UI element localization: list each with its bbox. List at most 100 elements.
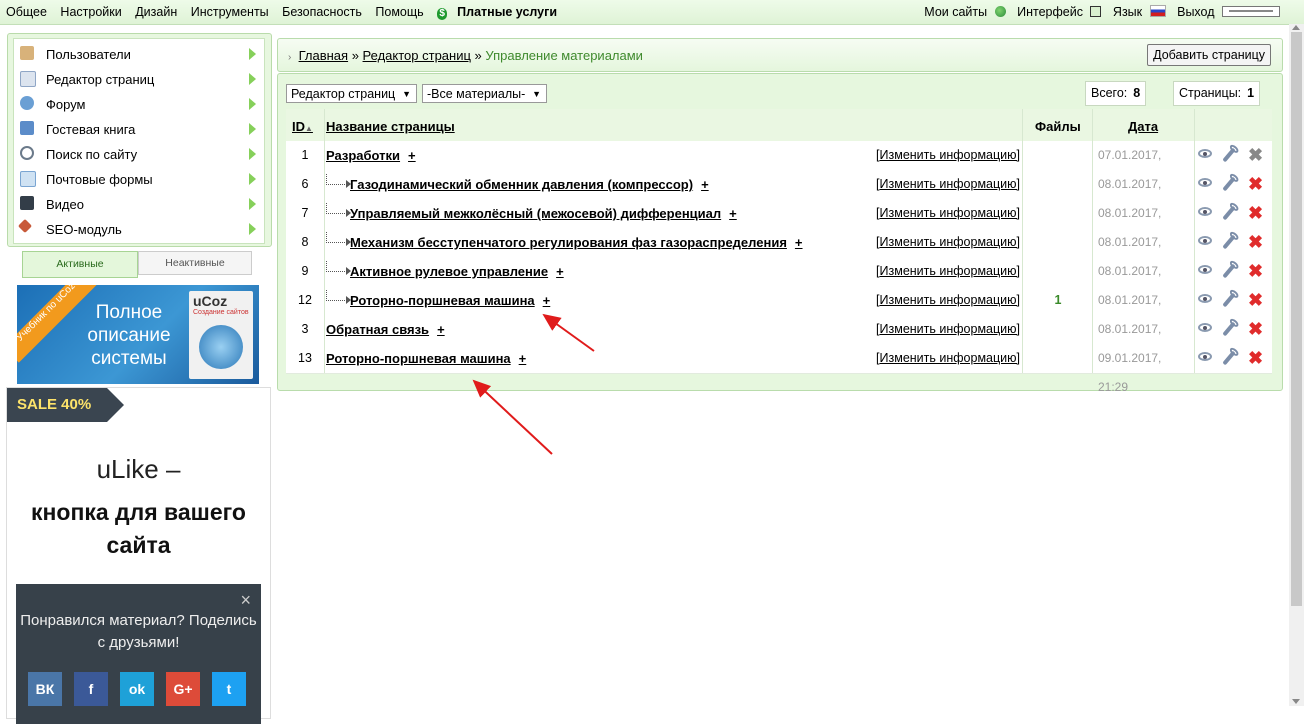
wrench-icon[interactable]: [1222, 147, 1236, 163]
page-title-link[interactable]: Разработки: [326, 148, 400, 163]
delete-icon[interactable]: ✖: [1248, 175, 1266, 193]
add-subpage-button[interactable]: +: [556, 264, 564, 279]
edit-info-link[interactable]: [Изменить информацию]: [870, 141, 1020, 170]
nav-logout[interactable]: Выход: [1177, 5, 1214, 19]
nav-security[interactable]: Безопасность: [282, 5, 362, 19]
expand-arrow-icon[interactable]: [249, 223, 256, 235]
edit-info-link[interactable]: [Изменить информацию]: [870, 199, 1020, 228]
delete-icon[interactable]: ✖: [1248, 146, 1266, 164]
sidebar-item-guestbook[interactable]: Гостевая книга: [14, 116, 264, 141]
add-subpage-button[interactable]: +: [519, 351, 527, 366]
vk-icon[interactable]: ВК: [28, 672, 62, 706]
page-title-link[interactable]: Управляемый межколёсный (межосевой) дифф…: [350, 206, 721, 221]
wrench-icon[interactable]: [1222, 350, 1236, 366]
expand-arrow-icon[interactable]: [249, 73, 256, 85]
twitter-icon[interactable]: t: [212, 672, 246, 706]
view-icon[interactable]: [1198, 236, 1212, 245]
add-subpage-button[interactable]: +: [795, 235, 803, 250]
nav-interface[interactable]: Интерфейс: [1017, 5, 1083, 19]
nav-help[interactable]: Помощь: [375, 5, 423, 19]
edit-info-link[interactable]: [Изменить информацию]: [870, 257, 1020, 286]
facebook-icon[interactable]: f: [74, 672, 108, 706]
scrollbar-thumb[interactable]: [1291, 32, 1302, 606]
wrench-icon[interactable]: [1222, 176, 1236, 192]
odnoklassniki-icon[interactable]: ok: [120, 672, 154, 706]
sidebar-item-page-editor[interactable]: Редактор страниц: [14, 66, 264, 91]
expand-arrow-icon[interactable]: [249, 48, 256, 60]
sidebar-item-seo[interactable]: SEO-модуль: [14, 216, 264, 241]
page-title-link[interactable]: Обратная связь: [326, 322, 429, 337]
wrench-icon[interactable]: [1222, 321, 1236, 337]
edit-info-link[interactable]: [Изменить информацию]: [870, 286, 1020, 315]
page-title-link[interactable]: Механизм бесступенчатого регулирования ф…: [350, 235, 787, 250]
view-icon[interactable]: [1198, 207, 1212, 216]
delete-icon[interactable]: ✖: [1248, 204, 1266, 222]
view-icon[interactable]: [1198, 352, 1212, 361]
interface-square-icon[interactable]: [1090, 6, 1102, 17]
russian-flag-icon[interactable]: [1149, 5, 1166, 17]
view-icon[interactable]: [1198, 265, 1212, 274]
globe-icon[interactable]: [994, 6, 1006, 17]
nav-language[interactable]: Язык: [1113, 5, 1142, 19]
delete-icon[interactable]: ✖: [1248, 291, 1266, 309]
delete-icon[interactable]: ✖: [1248, 320, 1266, 338]
add-subpage-button[interactable]: +: [437, 322, 445, 337]
header-date[interactable]: Дата: [1128, 119, 1158, 134]
sidebar-item-mail-forms[interactable]: Почтовые формы: [14, 166, 264, 191]
tab-active-modules[interactable]: Активные: [22, 251, 138, 278]
header-name[interactable]: Название страницы: [326, 119, 455, 134]
width-slider[interactable]: [1222, 6, 1280, 17]
wrench-icon[interactable]: [1222, 234, 1236, 250]
breadcrumb-home[interactable]: Главная: [299, 48, 348, 63]
add-subpage-button[interactable]: +: [408, 148, 416, 163]
ulike-banner[interactable]: SALE 40% uLike – кнопка для вашего сайта…: [6, 387, 271, 724]
add-subpage-button[interactable]: +: [701, 177, 709, 192]
delete-icon[interactable]: ✖: [1248, 262, 1266, 280]
expand-arrow-icon[interactable]: [249, 123, 256, 135]
google-plus-icon[interactable]: G+: [166, 672, 200, 706]
page-scrollbar[interactable]: [1289, 24, 1304, 706]
nav-settings[interactable]: Настройки: [60, 5, 121, 19]
scroll-up-icon[interactable]: [1292, 25, 1300, 30]
nav-paid-services[interactable]: Платные услуги: [457, 5, 557, 19]
expand-arrow-icon[interactable]: [249, 173, 256, 185]
sidebar-item-site-search[interactable]: Поиск по сайту: [14, 141, 264, 166]
add-subpage-button[interactable]: +: [543, 293, 551, 308]
tab-inactive-modules[interactable]: Неактивные: [138, 251, 252, 275]
add-page-button[interactable]: Добавить страницу: [1147, 44, 1271, 66]
sidebar-item-video[interactable]: Видео: [14, 191, 264, 216]
add-subpage-button[interactable]: +: [729, 206, 737, 221]
materials-select[interactable]: -Все материалы- ▼: [422, 84, 547, 103]
module-select[interactable]: Редактор страниц ▼: [286, 84, 417, 103]
edit-info-link[interactable]: [Изменить информацию]: [870, 344, 1020, 373]
edit-info-link[interactable]: [Изменить информацию]: [870, 228, 1020, 257]
nav-general[interactable]: Общее: [6, 5, 47, 19]
wrench-icon[interactable]: [1222, 292, 1236, 308]
header-id[interactable]: ID▲: [292, 119, 313, 134]
page-title-link[interactable]: Роторно-поршневая машина: [326, 351, 511, 366]
nav-design[interactable]: Дизайн: [135, 5, 177, 19]
expand-arrow-icon[interactable]: [249, 198, 256, 210]
expand-arrow-icon[interactable]: [249, 148, 256, 160]
scroll-down-icon[interactable]: [1292, 699, 1300, 704]
sidebar-item-users[interactable]: Пользователи: [14, 41, 264, 66]
delete-icon[interactable]: ✖: [1248, 349, 1266, 367]
close-icon[interactable]: ×: [240, 590, 251, 611]
view-icon[interactable]: [1198, 149, 1212, 158]
breadcrumb-page-editor[interactable]: Редактор страниц: [363, 48, 471, 63]
ucoz-tutorial-banner[interactable]: Учебник по uCoz Полное описание системы …: [17, 285, 259, 384]
view-icon[interactable]: [1198, 323, 1212, 332]
sidebar-item-forum[interactable]: Форум: [14, 91, 264, 116]
edit-info-link[interactable]: [Изменить информацию]: [870, 170, 1020, 199]
expand-arrow-icon[interactable]: [249, 98, 256, 110]
wrench-icon[interactable]: [1222, 205, 1236, 221]
view-icon[interactable]: [1198, 294, 1212, 303]
page-title-link[interactable]: Роторно-поршневая машина: [350, 293, 535, 308]
wrench-icon[interactable]: [1222, 263, 1236, 279]
edit-info-link[interactable]: [Изменить информацию]: [870, 315, 1020, 344]
page-title-link[interactable]: Активное рулевое управление: [350, 264, 548, 279]
nav-my-sites[interactable]: Мои сайты: [924, 5, 987, 19]
nav-tools[interactable]: Инструменты: [191, 5, 269, 19]
delete-icon[interactable]: ✖: [1248, 233, 1266, 251]
page-title-link[interactable]: Газодинамический обменник давления (комп…: [350, 177, 693, 192]
